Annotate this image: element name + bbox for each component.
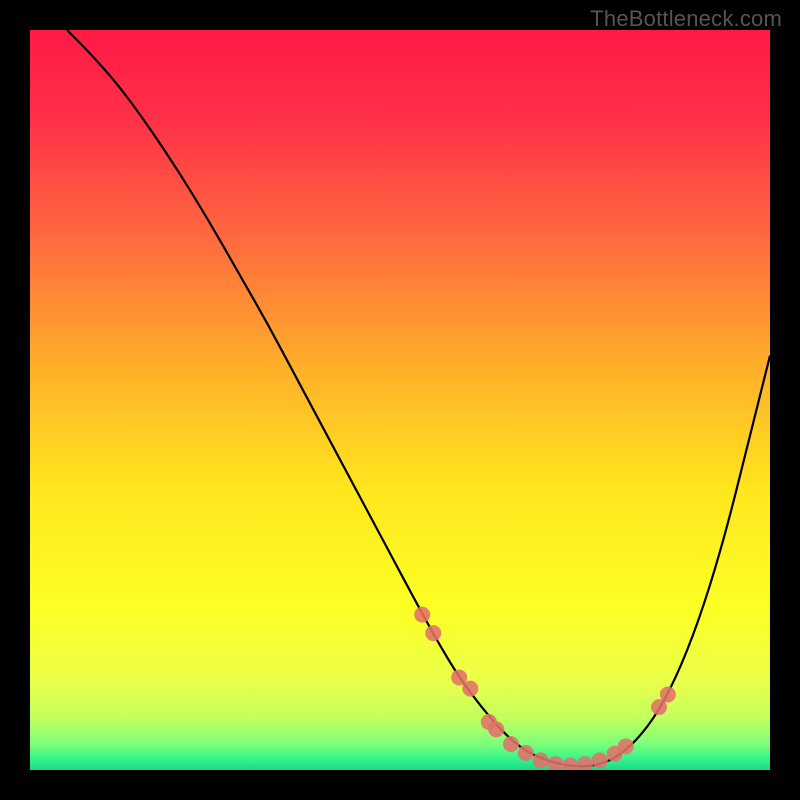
- scatter-point: [414, 607, 430, 623]
- chart-plot-area: [30, 30, 770, 770]
- scatter-point: [592, 752, 608, 768]
- scatter-point: [577, 756, 593, 770]
- scatter-point: [518, 745, 534, 761]
- scatter-point: [533, 752, 549, 768]
- scatter-point: [547, 756, 563, 770]
- scatter-point: [660, 687, 676, 703]
- scatter-point: [562, 758, 578, 770]
- highlight-scatter-points: [30, 30, 770, 770]
- scatter-point: [425, 625, 441, 641]
- scatter-point: [503, 736, 519, 752]
- scatter-point: [488, 721, 504, 737]
- watermark-text: TheBottleneck.com: [590, 6, 782, 32]
- scatter-point: [462, 681, 478, 697]
- scatter-point: [618, 738, 634, 754]
